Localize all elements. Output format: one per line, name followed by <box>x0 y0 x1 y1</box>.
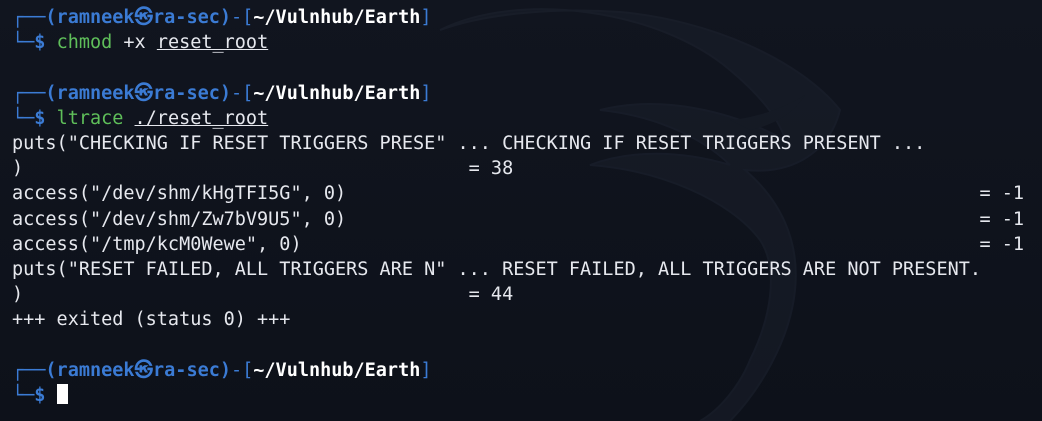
command-line: └─$ chmod +x reset_root <box>12 30 1042 55</box>
terminal-window[interactable]: ┌──(ramneek㉿ra-sec)-[~/Vulnhub/Earth] └─… <box>0 0 1042 421</box>
prompt-line: ┌──(ramneek㉿ra-sec)-[~/Vulnhub/Earth] <box>12 358 1042 383</box>
output-line: ) = 44 <box>12 282 1042 307</box>
output-line: ) = 38 <box>12 156 1042 181</box>
prompt-dollar: $ <box>34 107 46 129</box>
command-line: └─$ ltrace ./reset_root <box>12 106 1042 131</box>
prompt-bracket: [ <box>242 7 254 28</box>
output-line: puts("RESET FAILED, ALL TRIGGERS ARE N" … <box>12 257 1042 282</box>
output-text: access("/tmp/kcM0Wewe", 0) <box>12 233 302 255</box>
block-cursor[interactable] <box>56 383 68 404</box>
prompt-bracket: [ <box>242 359 254 381</box>
return-value: = -1 <box>979 233 1024 255</box>
prompt-bracket: [ <box>242 82 254 104</box>
output-text: ) = 38 <box>12 158 514 180</box>
prompt-path: ~/Vulnhub/Earth <box>253 359 421 381</box>
prompt-frame: ┌── <box>12 359 46 381</box>
command-argument: reset_root <box>156 32 269 54</box>
output-line: access("/dev/shm/Zw7bV9U5", 0) = -1 <box>12 207 1042 232</box>
return-value: = -1 <box>979 183 1024 205</box>
prompt-line: ┌──(ramneek㉿ra-sec)-[~/Vulnhub/Earth] <box>12 5 1042 30</box>
prompt-dollar: $ <box>34 384 46 406</box>
prompt-frame: ┌── <box>12 82 46 104</box>
output-line: access("/dev/shm/kHgTFI5G", 0) = -1 <box>12 181 1042 206</box>
prompt-separator: - <box>231 7 243 28</box>
prompt-path: ~/Vulnhub/Earth <box>253 82 421 104</box>
command-argument: ./reset_root <box>134 107 269 129</box>
output-text: +++ exited (status 0) +++ <box>12 309 291 331</box>
prompt-separator: - <box>231 359 243 381</box>
prompt-dollar: $ <box>34 32 46 54</box>
output-text: ) = 44 <box>12 284 514 306</box>
prompt-separator: - <box>231 82 243 104</box>
prompt-line: ┌──(ramneek㉿ra-sec)-[~/Vulnhub/Earth] <box>12 81 1042 106</box>
output-text: puts("CHECKING IF RESET TRIGGERS PRESE" … <box>12 132 926 154</box>
return-value: = -1 <box>979 208 1024 230</box>
command-name: ltrace <box>56 107 124 129</box>
output-text: access("/dev/shm/Zw7bV9U5", 0) <box>12 208 347 230</box>
output-text: access("/dev/shm/kHgTFI5G", 0) <box>12 183 347 205</box>
output-line: +++ exited (status 0) +++ <box>12 307 1042 332</box>
prompt-bracket: ] <box>420 7 432 28</box>
output-text: puts("RESET FAILED, ALL TRIGGERS ARE N" … <box>12 258 982 280</box>
prompt-path: ~/Vulnhub/Earth <box>253 7 421 28</box>
output-line: puts("CHECKING IF RESET TRIGGERS PRESE" … <box>12 131 1042 156</box>
prompt-frame: └─ <box>12 107 35 129</box>
prompt-user-host: (ramneek㉿ra-sec) <box>45 7 231 28</box>
prompt-user-host: (ramneek㉿ra-sec) <box>45 82 231 104</box>
prompt-frame: ┌── <box>12 7 46 28</box>
command-line-active[interactable]: └─$ <box>12 383 1042 408</box>
prompt-bracket: ] <box>420 359 432 381</box>
output-line: access("/tmp/kcM0Wewe", 0) = -1 <box>12 232 1042 257</box>
command-name: chmod <box>56 32 113 54</box>
prompt-user-host: (ramneek㉿ra-sec) <box>45 359 231 381</box>
command-flag: +x <box>123 32 146 54</box>
prompt-frame: └─ <box>12 32 35 54</box>
prompt-frame: └─ <box>12 384 35 406</box>
prompt-bracket: ] <box>420 82 432 104</box>
terminal-output: ┌──(ramneek㉿ra-sec)-[~/Vulnhub/Earth] └─… <box>12 5 1042 408</box>
